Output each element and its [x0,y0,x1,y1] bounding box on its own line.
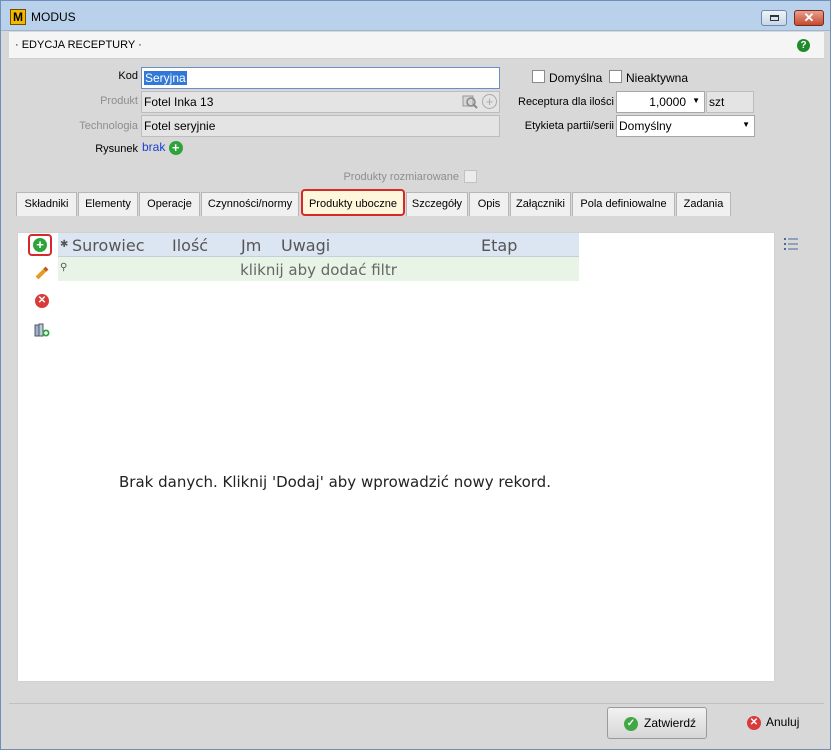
kod-label: Kod [118,70,138,82]
receptura-label: Receptura dla ilości [518,96,614,108]
column-header-ilosc[interactable]: Ilość [172,236,208,255]
filter-row[interactable]: ⚲ kliknij aby dodać filtr [58,257,579,281]
column-header-uwagi[interactable]: Uwagi [281,236,330,255]
tab-szczegoly[interactable]: Szczegóły [406,192,468,216]
column-header-etap[interactable]: Etap [481,236,517,255]
produkt-label: Produkt [100,95,138,107]
edit-record-button[interactable] [30,262,54,284]
delete-icon: ✕ [35,294,49,308]
receptura-unit-field[interactable]: szt [706,91,754,113]
technologia-value: Fotel seryjnie [144,119,216,133]
receptura-unit: szt [709,95,725,109]
etykieta-value: Domyślny [619,119,672,133]
modus-logo-icon: M [10,9,26,25]
rozmiarowane-checkbox[interactable] [464,170,477,183]
restore-icon [770,15,779,21]
help-icon[interactable]: ? [797,39,810,52]
technologia-label: Technologia [79,120,138,132]
empty-grid-message: Brak danych. Kliknij 'Dodaj' aby wprowad… [119,473,551,491]
tab-operacje[interactable]: Operacje [139,192,200,216]
domyslna-checkbox[interactable] [532,70,545,83]
column-chooser-icon[interactable] [784,238,798,250]
close-icon: ✕ [803,10,815,25]
restore-button[interactable] [761,10,787,26]
rysunek-link[interactable]: brak [142,140,165,154]
column-header-jm[interactable]: Jm [241,236,261,255]
tab-zalaczniki[interactable]: Załączniki [510,192,571,216]
nieaktywna-label: Nieaktywna [626,71,689,85]
form-title: · EDYCJA RECEPTURY · [15,39,142,51]
tab-skladniki[interactable]: Składniki [16,192,77,216]
rozmiarowane-label: Produkty rozmiarowane [343,171,459,183]
technologia-field[interactable]: Fotel seryjnie [141,115,500,137]
title-bar: M MODUS ✕ [1,1,830,31]
kod-value: Seryjna [144,71,187,85]
checkmark-icon: ✓ [624,717,638,731]
add-icon: + [33,238,47,252]
form-header: · EDYCJA RECEPTURY · ? [9,32,824,59]
produkt-field[interactable]: Fotel Inka 13 [141,91,500,113]
kod-input[interactable]: Seryjna [141,67,500,89]
modus-window: M MODUS ✕ · EDYCJA RECEPTURY · ? Kod Ser… [0,0,831,750]
nieaktywna-checkbox[interactable] [609,70,622,83]
receptura-value: 1,0000 [649,95,686,109]
add-multiple-icon [34,323,50,337]
etykieta-label: Etykieta partii/serii [524,120,614,132]
tab-pola-definiowalne[interactable]: Pola definiowalne [572,192,675,216]
tab-czynnosci-normy[interactable]: Czynności/normy [201,192,299,216]
add-multiple-button[interactable] [30,319,54,341]
receptura-quantity-input[interactable]: 1,0000 ▼ [616,91,705,113]
add-record-button[interactable]: + [28,234,52,256]
tab-produkty-uboczne[interactable]: Produkty uboczne [301,189,405,216]
add-rysunek-icon[interactable]: + [168,140,183,155]
window-title: MODUS [31,10,76,24]
dialog-button-bar: ✓ Zatwierdź ✕ Anuluj [9,703,824,743]
etykieta-select[interactable]: Domyślny ▼ [616,115,755,137]
tab-elementy[interactable]: Elementy [78,192,138,216]
pencil-icon [35,266,49,280]
confirm-label: Zatwierdź [644,716,697,730]
column-header-surowiec[interactable]: Surowiec [72,236,144,255]
rysunek-label: Rysunek [95,143,138,155]
chevron-down-icon[interactable]: ▼ [692,96,700,105]
cancel-button[interactable]: ✕ Anuluj [739,707,809,739]
domyslna-label: Domyślna [549,71,603,85]
confirm-button[interactable]: ✓ Zatwierdź [607,707,707,739]
tab-opis[interactable]: Opis [469,192,509,216]
grid-header: ✱ Surowiec Ilość Jm Uwagi Etap [58,233,579,257]
rysunek-row: brak + [142,140,183,155]
chevron-down-icon[interactable]: ▼ [742,120,750,129]
filter-hint: kliknij aby dodać filtr [240,261,397,279]
header-marker-icon: ✱ [60,239,69,250]
add-product-icon[interactable]: + [482,94,497,109]
tab-zadania[interactable]: Zadania [676,192,731,216]
cancel-label: Anuluj [766,715,800,729]
close-window-button[interactable]: ✕ [794,10,824,26]
search-product-icon[interactable] [462,94,478,110]
cancel-icon: ✕ [747,716,761,730]
delete-record-button[interactable]: ✕ [30,290,54,312]
produkty-uboczne-panel [17,232,775,682]
produkt-value: Fotel Inka 13 [144,95,214,109]
produkty-uboczne-grid: ✱ Surowiec Ilość Jm Uwagi Etap ⚲ kliknij… [58,233,579,281]
